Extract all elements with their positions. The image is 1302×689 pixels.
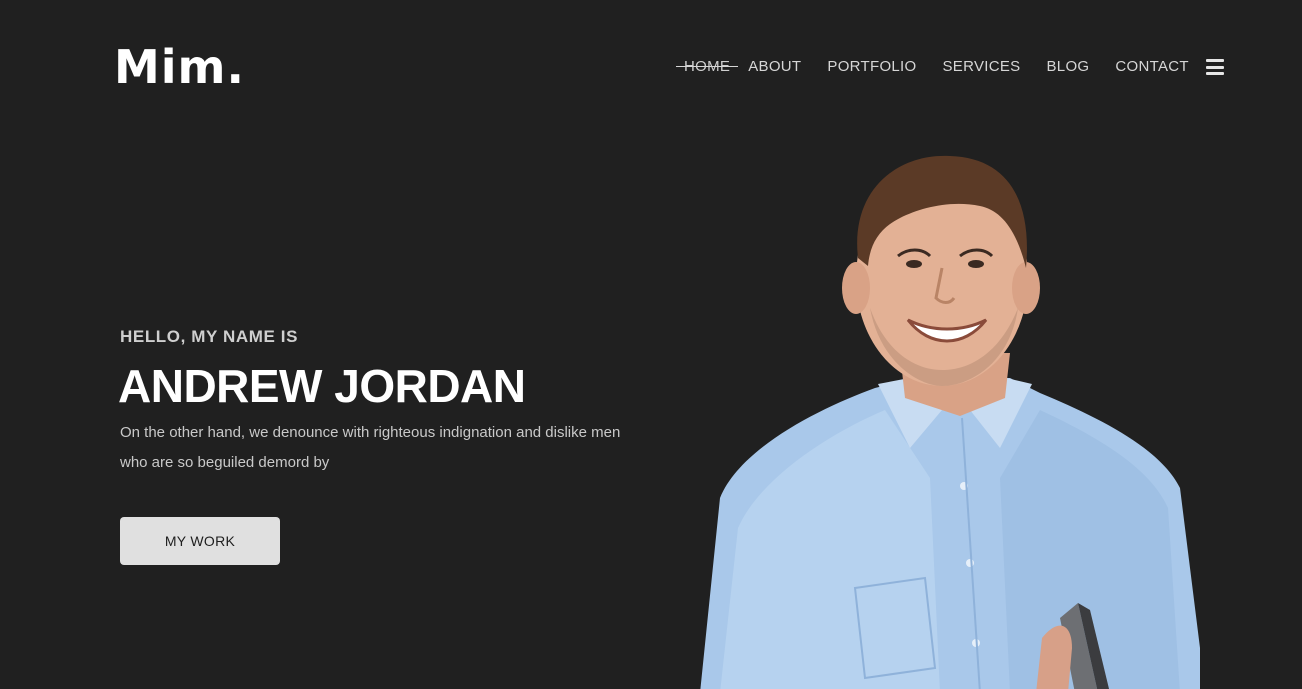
main-nav: HOME ABOUT PORTFOLIO SERVICES BLOG CONTA… bbox=[676, 57, 1224, 77]
hero-kicker: HELLO, MY NAME IS bbox=[120, 327, 299, 346]
nav-item-services[interactable]: SERVICES bbox=[943, 57, 1021, 77]
hamburger-line bbox=[1205, 59, 1224, 62]
my-work-button[interactable]: MY WORK bbox=[120, 517, 280, 565]
nav-item-contact[interactable]: CONTACT bbox=[1115, 57, 1188, 77]
smiling-man-portrait bbox=[700, 155, 1200, 689]
hero-description: On the other hand, we denounce with righ… bbox=[120, 424, 621, 471]
nav-item-about[interactable]: ABOUT bbox=[748, 57, 801, 77]
nav-item-home[interactable]: HOME bbox=[676, 57, 739, 77]
nav-item-blog[interactable]: BLOG bbox=[1047, 57, 1090, 77]
hero-name: ANDREW JORDAN bbox=[118, 360, 526, 412]
hamburger-icon[interactable] bbox=[1205, 59, 1224, 75]
hamburger-line bbox=[1205, 65, 1224, 69]
site-logo[interactable]: Mim. bbox=[114, 40, 245, 94]
nav-item-portfolio[interactable]: PORTFOLIO bbox=[827, 57, 916, 77]
hamburger-line bbox=[1205, 72, 1224, 75]
page: Mim. HOME ABOUT PORTFOLIO SERVICES BLOG … bbox=[0, 0, 1302, 689]
